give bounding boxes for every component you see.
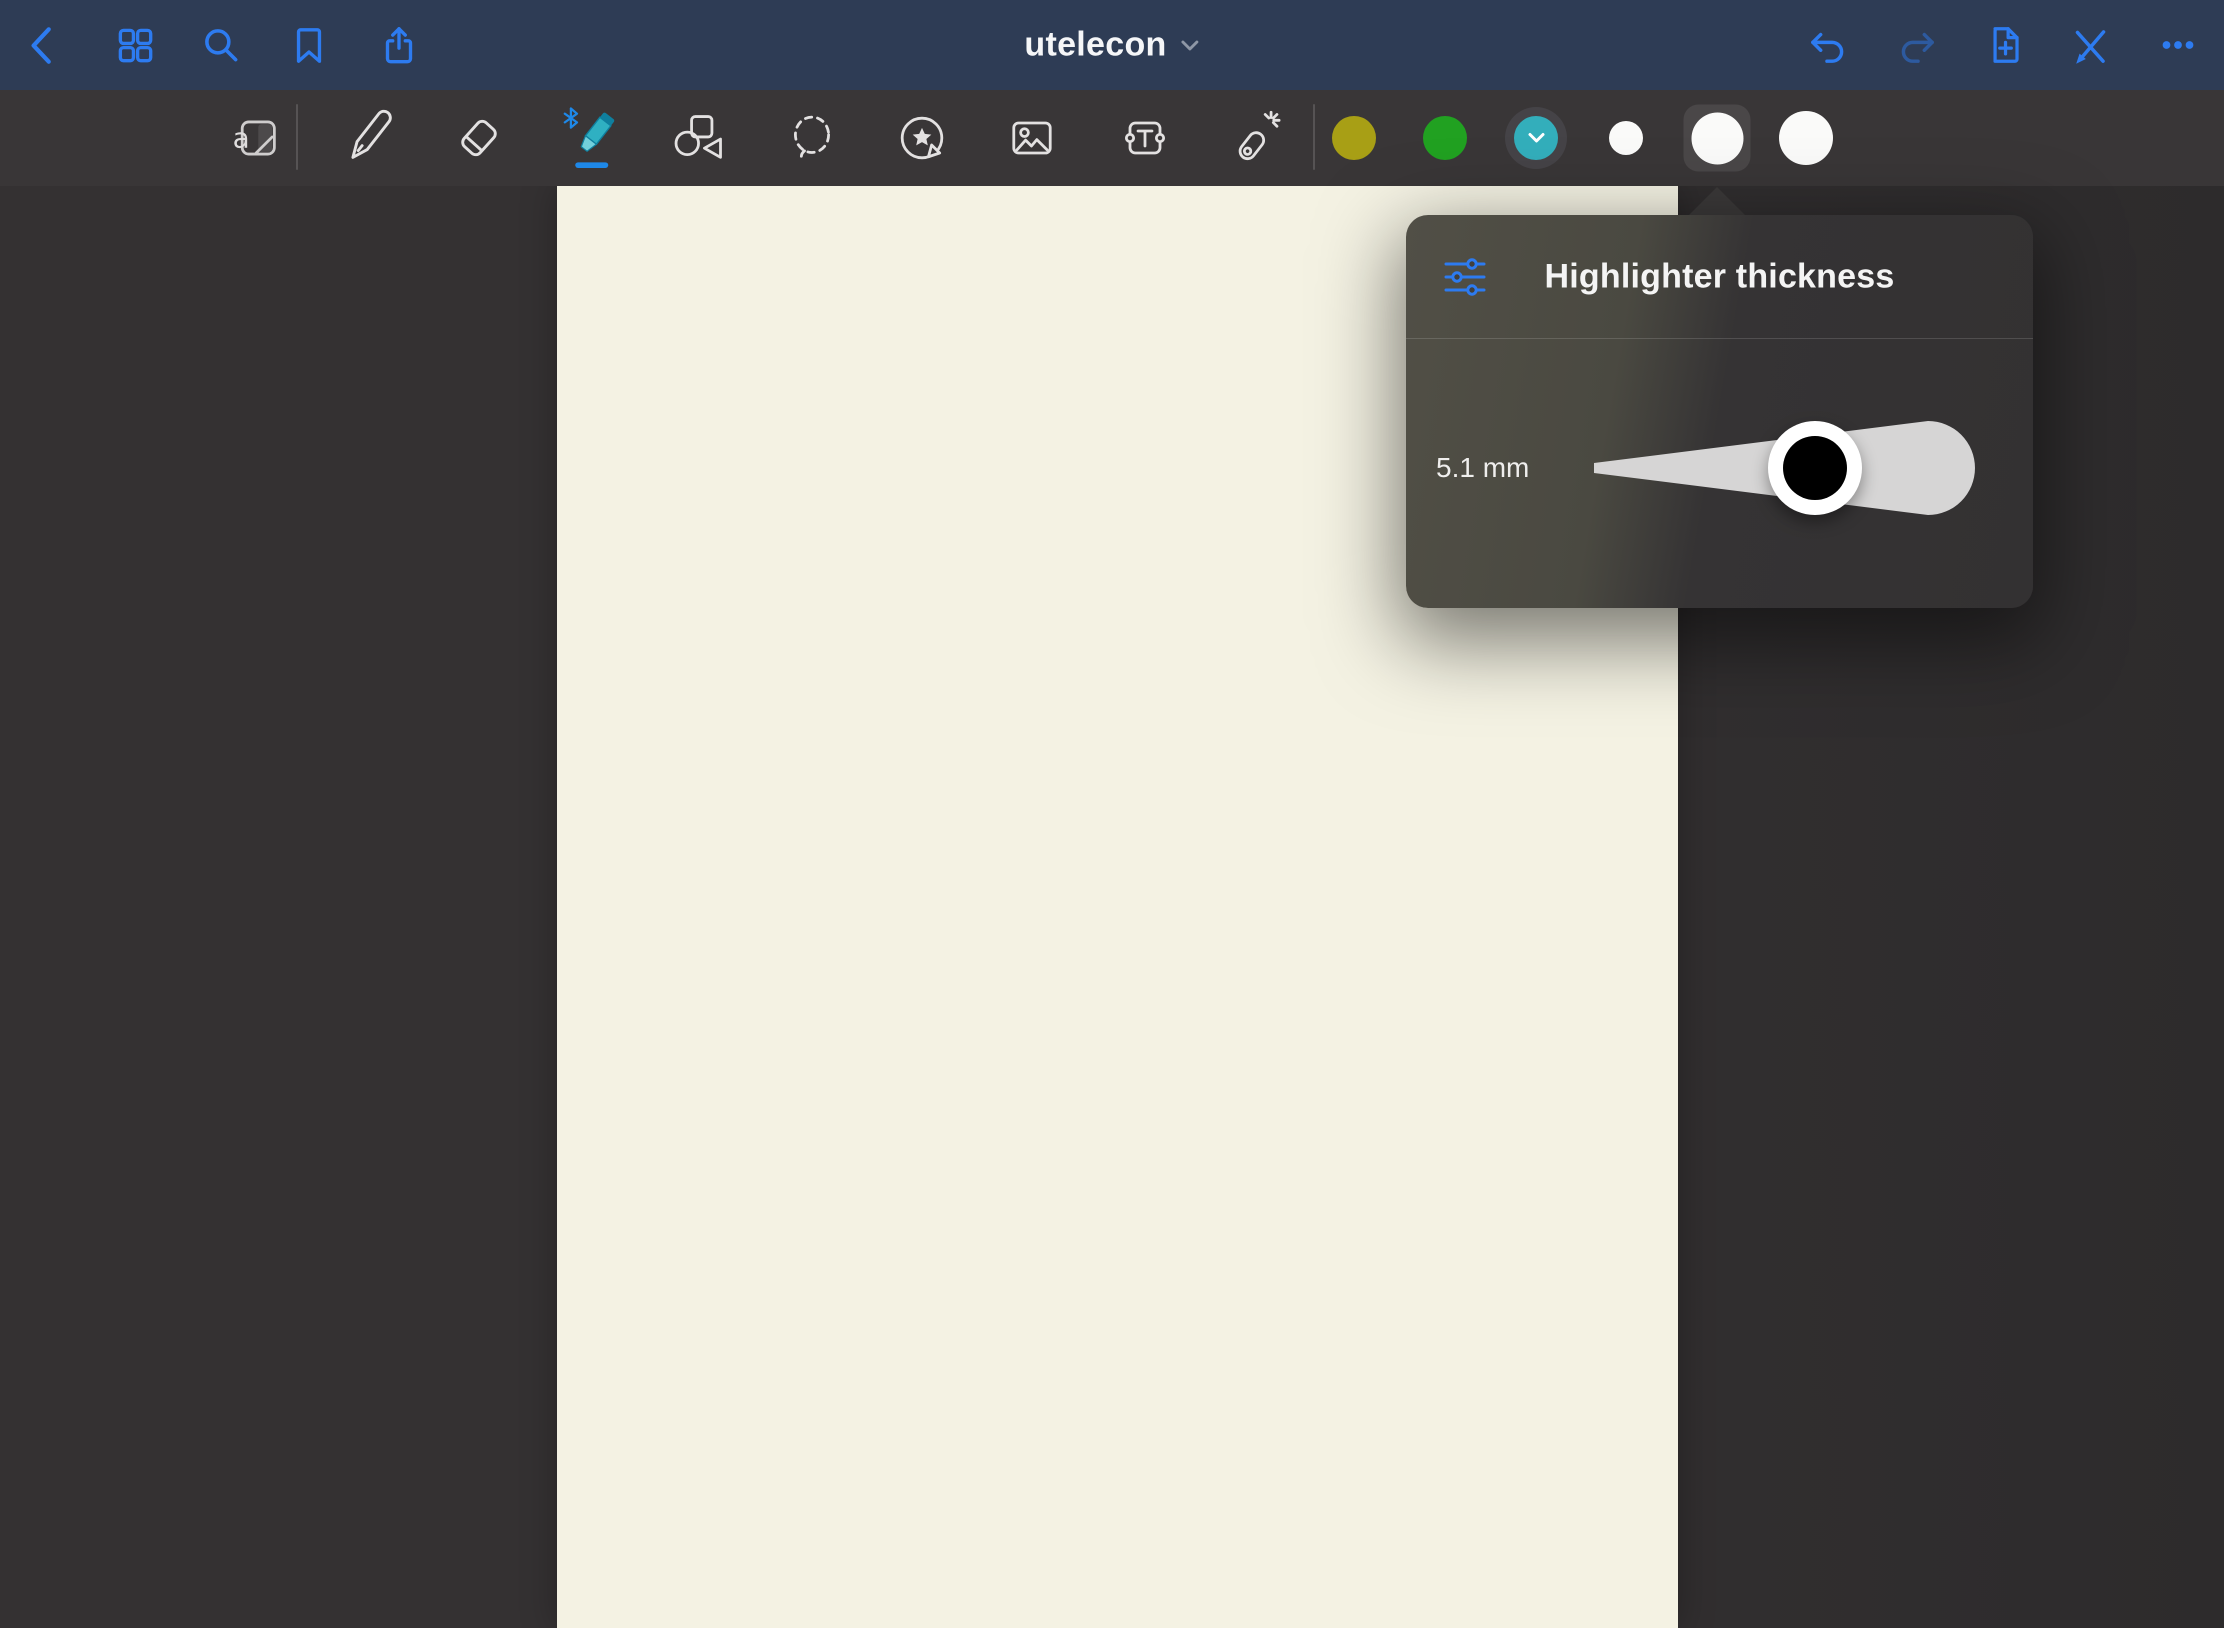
back-button[interactable] — [14, 16, 72, 74]
top-navigation-bar: utelecon — [0, 0, 2224, 90]
undo-icon — [1805, 22, 1851, 68]
color-swatch-olive[interactable] — [1332, 116, 1376, 160]
more-button[interactable] — [2149, 16, 2207, 74]
add-page-icon — [1982, 22, 2028, 68]
laser-pointer-icon — [1225, 108, 1285, 168]
add-page-button[interactable] — [1976, 16, 2034, 74]
pen-icon — [337, 108, 397, 168]
share-icon — [376, 22, 422, 68]
thickness-dot-small — [1609, 121, 1643, 155]
search-button[interactable] — [192, 16, 250, 74]
pen-crossed-icon — [2067, 22, 2113, 68]
back-chevron-icon — [20, 22, 66, 68]
text-tool[interactable] — [1112, 98, 1178, 178]
redo-icon — [1894, 22, 1940, 68]
shapes-tool[interactable] — [665, 98, 731, 178]
thickness-preset-small[interactable] — [1609, 121, 1643, 155]
bookmark-icon — [286, 22, 332, 68]
document-title: utelecon — [1024, 26, 1166, 65]
color-swatch-green[interactable] — [1423, 116, 1467, 160]
pages-overview-button[interactable] — [106, 16, 164, 74]
bookmark-button[interactable] — [280, 16, 338, 74]
tools-toolbar: a — [0, 90, 2224, 186]
redo-button[interactable] — [1888, 16, 1946, 74]
search-icon — [198, 22, 244, 68]
highlighter-icon-active — [557, 98, 623, 178]
lasso-icon — [782, 108, 842, 168]
share-button[interactable] — [370, 16, 428, 74]
highlighter-tool[interactable] — [557, 98, 623, 178]
zoom-window-icon: a — [224, 108, 284, 168]
elements-tool[interactable] — [889, 98, 955, 178]
shapes-icon — [668, 108, 728, 168]
thickness-preview-dot — [1783, 436, 1847, 500]
image-tool[interactable] — [999, 98, 1065, 178]
toolbar-divider-colors — [1313, 104, 1315, 170]
toolbar-divider — [296, 104, 298, 170]
ellipsis-icon — [2155, 22, 2201, 68]
chevron-down-icon — [1527, 132, 1546, 144]
document-title-button[interactable]: utelecon — [1024, 26, 1199, 65]
elements-sticker-icon — [892, 108, 952, 168]
lasso-tool[interactable] — [779, 98, 845, 178]
readonly-mode-button[interactable] — [2061, 16, 2119, 74]
image-icon — [1002, 108, 1062, 168]
thickness-preset-large[interactable] — [1779, 111, 1833, 165]
eraser-tool[interactable] — [446, 98, 512, 178]
popover-body: 5.1 mm — [1406, 339, 2033, 607]
undo-button[interactable] — [1799, 16, 1857, 74]
color-swatch-teal-selected[interactable] — [1514, 116, 1558, 160]
text-icon — [1115, 108, 1175, 168]
slider-thumb[interactable] — [1768, 421, 1862, 515]
bluetooth-icon — [565, 108, 577, 127]
chevron-down-icon — [1181, 39, 1200, 51]
zoom-window-tool[interactable]: a — [221, 98, 287, 178]
popover-title: Highlighter thickness — [1406, 257, 2033, 296]
thickness-slider[interactable] — [1592, 408, 1976, 528]
thickness-dot-medium — [1691, 112, 1743, 164]
laser-pointer-tool[interactable] — [1222, 98, 1288, 178]
grid-icon — [112, 22, 158, 68]
thickness-preset-medium-selected[interactable] — [1684, 105, 1751, 172]
highlighter-thickness-popover: Highlighter thickness 5.1 mm — [1406, 215, 2033, 608]
popover-header: Highlighter thickness — [1406, 215, 2033, 339]
goodnotes-app: utelecon a — [0, 0, 2224, 1628]
eraser-icon — [449, 108, 509, 168]
thickness-dot-large — [1779, 111, 1833, 165]
svg-text:a: a — [233, 122, 250, 155]
thickness-value: 5.1 mm — [1436, 452, 1529, 484]
pen-tool[interactable] — [334, 98, 400, 178]
